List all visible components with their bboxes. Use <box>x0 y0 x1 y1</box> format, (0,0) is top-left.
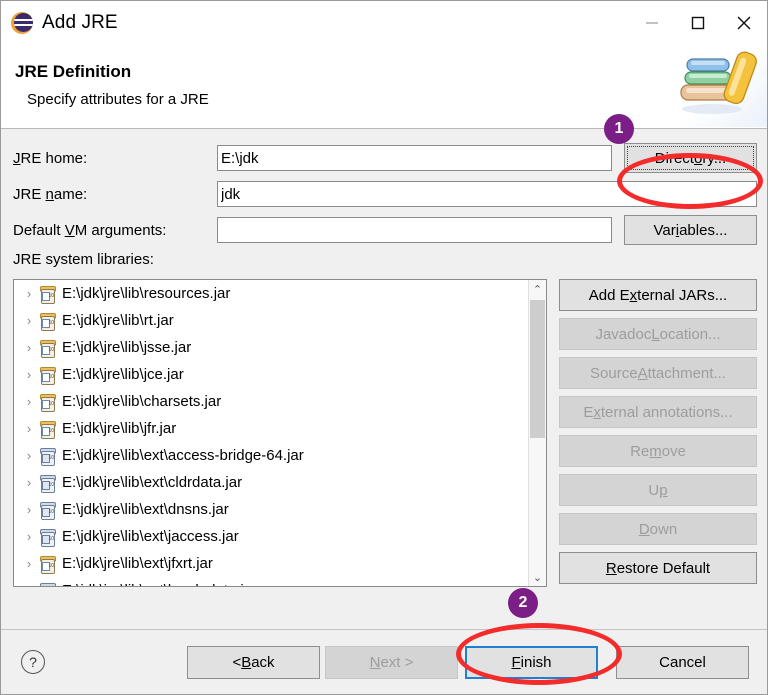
list-item[interactable]: › 10 E:\jdk\jre\lib\ext\access-bridge-64.j… <box>14 442 528 469</box>
jre-system-libraries-label: JRE system libraries: <box>13 251 154 268</box>
window-title: Add JRE <box>42 12 118 33</box>
chevron-right-icon[interactable]: › <box>20 502 38 517</box>
list-item-label: E:\jdk\jre\lib\ext\dnsns.jar <box>62 501 229 518</box>
finish-button[interactable]: Finish <box>465 646 598 679</box>
list-item-label: E:\jdk\jre\lib\rt.jar <box>62 312 174 329</box>
external-annotations-button[interactable]: Ex ternal annotations... <box>559 396 757 428</box>
list-item-label: E:\jdk\jre\lib\ext\localedata.jar <box>62 582 257 586</box>
list-item[interactable]: › 10 E:\jdk\jre\lib\rt.jar <box>14 307 528 334</box>
step-badge-1: 1 <box>604 114 634 144</box>
jar-icon: 10 <box>38 501 56 520</box>
restore-default-button[interactable]: Restore Default <box>559 552 757 584</box>
page-title: JRE Definition <box>15 62 132 81</box>
step-badge-2: 2 <box>508 588 538 618</box>
library-list-scrollbar[interactable]: ⌃ ⌄ <box>528 280 546 586</box>
library-list-items: › 10 E:\jdk\jre\lib\resources.jar › 10 E:\jdk… <box>14 280 528 586</box>
list-item-label: E:\jdk\jre\lib\charsets.jar <box>62 393 222 410</box>
chevron-right-icon[interactable]: › <box>20 340 38 355</box>
javadoc-location-button[interactable]: Javadoc Location... <box>559 318 757 350</box>
chevron-right-icon[interactable]: › <box>20 448 38 463</box>
list-item-label: E:\jdk\jre\lib\ext\cldrdata.jar <box>62 474 243 491</box>
chevron-right-icon[interactable]: › <box>20 583 38 586</box>
chevron-right-icon[interactable]: › <box>20 286 38 301</box>
jar-icon: 10 <box>38 582 56 586</box>
jre-home-label: JRE home: <box>13 149 88 167</box>
eclipse-icon <box>11 12 33 34</box>
dialog-footer: ? < Back Next > Finish Cancel <box>1 629 767 694</box>
vm-arguments-input[interactable] <box>217 217 612 243</box>
cancel-button[interactable]: Cancel <box>616 646 749 679</box>
list-item[interactable]: › 10 E:\jdk\jre\lib\ext\dnsns.jar <box>14 496 528 523</box>
list-item-label: E:\jdk\jre\lib\jfr.jar <box>62 420 177 437</box>
list-item[interactable]: › 10 E:\jdk\jre\lib\ext\jfxrt.jar <box>14 550 528 577</box>
scroll-down-icon[interactable]: ⌄ <box>529 568 546 586</box>
jar-icon: 10 <box>38 366 56 385</box>
list-item-label: E:\jdk\jre\lib\jsse.jar <box>62 339 192 356</box>
jre-name-row: JRE name: <box>13 181 757 207</box>
jar-icon: 10 <box>38 420 56 439</box>
list-item-label: E:\jdk\jre\lib\jce.jar <box>62 366 184 383</box>
add-external-jars-button[interactable]: Add Ex ternal JARs... <box>559 279 757 311</box>
list-item[interactable]: › 10 E:\jdk\jre\lib\charsets.jar <box>14 388 528 415</box>
directory-button[interactable]: Direct o ry... <box>624 143 757 173</box>
up-button[interactable]: Up <box>559 474 757 506</box>
jar-icon: 10 <box>38 393 56 412</box>
chevron-right-icon[interactable]: › <box>20 421 38 436</box>
list-item[interactable]: › 10 E:\jdk\jre\lib\resources.jar <box>14 280 528 307</box>
down-button[interactable]: Down <box>559 513 757 545</box>
jre-home-input[interactable] <box>217 145 612 171</box>
variables-button[interactable]: Var i ables... <box>624 215 757 245</box>
vm-arguments-label: Default VM arguments: <box>13 221 167 239</box>
jar-icon: 10 <box>38 528 56 547</box>
dialog-header: JRE Definition Specify attributes for a … <box>1 37 767 129</box>
next-button[interactable]: Next > <box>325 646 458 679</box>
jar-icon: 10 <box>38 339 56 358</box>
list-item[interactable]: › 10 E:\jdk\jre\lib\ext\jaccess.jar <box>14 523 528 550</box>
library-action-buttons: Add Ex ternal JARs... Javadoc Location... S… <box>559 279 757 591</box>
chevron-right-icon[interactable]: › <box>20 556 38 571</box>
chevron-right-icon[interactable]: › <box>20 313 38 328</box>
back-button[interactable]: < Back <box>187 646 320 679</box>
list-item[interactable]: › 10 E:\jdk\jre\lib\jce.jar <box>14 361 528 388</box>
dialog-body: JRE home: Directory... JRE name: Default… <box>1 129 767 694</box>
list-item-label: E:\jdk\jre\lib\ext\access-bridge-64.jar <box>62 447 304 464</box>
list-item-label: E:\jdk\jre\lib\ext\jfxrt.jar <box>62 555 213 572</box>
title-bar: Add JRE <box>1 1 767 45</box>
scrollbar-thumb[interactable] <box>530 300 545 438</box>
jar-icon: 10 <box>38 312 56 331</box>
vm-arguments-row: Default VM arguments: Var i ables... <box>13 215 757 245</box>
scroll-up-icon[interactable]: ⌃ <box>529 280 546 298</box>
chevron-right-icon[interactable]: › <box>20 394 38 409</box>
books-icon <box>657 37 767 127</box>
list-item[interactable]: › 10 E:\jdk\jre\lib\jfr.jar <box>14 415 528 442</box>
page-subtitle: Specify attributes for a JRE <box>27 91 209 108</box>
jar-icon: 10 <box>38 555 56 574</box>
source-attachment-button[interactable]: Source Attachment... <box>559 357 757 389</box>
add-jre-dialog: Add JRE JRE Definition Specify attribute… <box>0 0 768 695</box>
chevron-right-icon[interactable]: › <box>20 367 38 382</box>
help-icon[interactable]: ? <box>21 650 45 674</box>
list-item[interactable]: ›10 E:\jdk\jre\lib\ext\localedata.jar <box>14 577 528 586</box>
remove-button[interactable]: Re m ove <box>559 435 757 467</box>
chevron-right-icon[interactable]: › <box>20 475 38 490</box>
jar-icon: 10 <box>38 474 56 493</box>
jre-name-input[interactable] <box>217 181 757 207</box>
list-item-label: E:\jdk\jre\lib\ext\jaccess.jar <box>62 528 239 545</box>
jre-system-libraries-list[interactable]: › 10 E:\jdk\jre\lib\resources.jar › 10 E:\jdk… <box>13 279 547 587</box>
jre-home-row: JRE home: Directory... <box>13 143 757 173</box>
jar-icon: 10 <box>38 285 56 304</box>
list-item-label: E:\jdk\jre\lib\resources.jar <box>62 285 231 302</box>
list-item[interactable]: › 10 E:\jdk\jre\lib\jsse.jar <box>14 334 528 361</box>
list-item[interactable]: › 10 E:\jdk\jre\lib\ext\cldrdata.jar <box>14 469 528 496</box>
chevron-right-icon[interactable]: › <box>20 529 38 544</box>
jre-name-label: JRE name: <box>13 185 88 203</box>
jar-icon: 10 <box>38 447 56 466</box>
